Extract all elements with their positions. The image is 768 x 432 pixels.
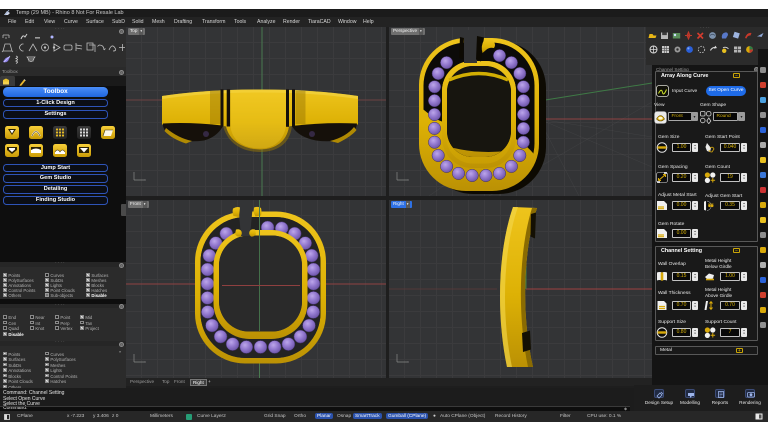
svg-text:x: x [144,360,146,364]
svg-text:x: x [407,360,409,364]
svg-text:x: x [144,178,146,182]
svg-text:x: x [407,178,409,182]
